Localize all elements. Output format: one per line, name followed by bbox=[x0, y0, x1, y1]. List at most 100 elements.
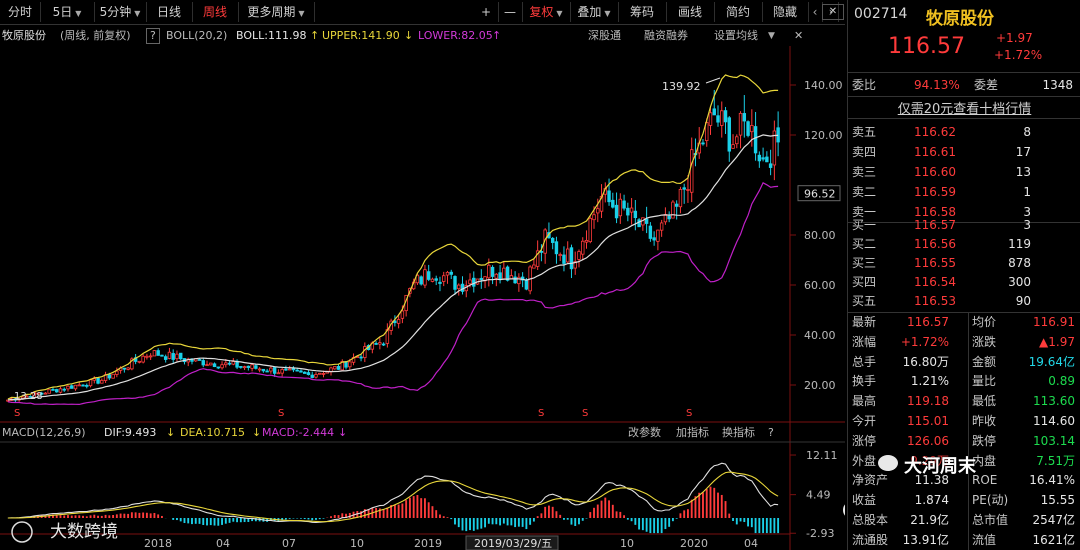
candle-body bbox=[295, 369, 299, 372]
price-change: +1.97 bbox=[996, 31, 1033, 45]
stat-value: 0.89 bbox=[1048, 374, 1075, 389]
chevron-down-icon: ▼ bbox=[298, 9, 305, 18]
boll-value: BOLL:111.98 bbox=[236, 29, 307, 42]
period-tab-4[interactable]: 周线 bbox=[192, 2, 239, 22]
candle-body bbox=[197, 359, 202, 361]
candle-body bbox=[239, 366, 243, 368]
period-tab-0[interactable]: 分时 bbox=[0, 2, 41, 22]
candle-body bbox=[115, 370, 119, 375]
wechat-icon bbox=[878, 455, 898, 471]
stat-label: 总股本 bbox=[852, 513, 889, 527]
toolbar-button-label: 筹码 bbox=[629, 5, 654, 19]
candle-body bbox=[637, 219, 641, 228]
stat-label: 量比 bbox=[972, 374, 997, 389]
stock-name-label: 牧原股份 bbox=[2, 29, 46, 42]
candle-body bbox=[438, 281, 442, 284]
toolbar-button-label: 叠加 bbox=[577, 5, 602, 19]
candle-body bbox=[750, 125, 754, 133]
candle-body bbox=[611, 199, 615, 208]
kline-chart[interactable]: 140.00 120.00 96.52 80.00 60.00 40.00 20.00 139… bbox=[0, 46, 845, 550]
candle-body bbox=[554, 241, 559, 255]
candle-body bbox=[171, 353, 175, 360]
candle-body bbox=[231, 361, 236, 365]
buy-label: 买三 bbox=[852, 256, 877, 270]
stat-value: 16.41% bbox=[1029, 473, 1075, 488]
candle-body bbox=[257, 368, 262, 371]
toolbar-button-7[interactable]: 隐藏 bbox=[762, 2, 809, 22]
close-window-icon[interactable]: ✕ bbox=[822, 4, 844, 20]
candle-body bbox=[321, 373, 326, 375]
candle-body bbox=[396, 319, 401, 324]
sell-row-3: 卖三 116.60 13 bbox=[848, 162, 1080, 182]
stat-label: 今开 bbox=[852, 414, 877, 428]
candle-body bbox=[378, 342, 382, 345]
stat-row-10: 收益 1.874 PE(动) 15.55 bbox=[848, 490, 1080, 510]
toolbar-button-4[interactable]: 筹码 bbox=[618, 2, 667, 22]
stat-value: 1.874 bbox=[914, 493, 949, 508]
buy-label: 买五 bbox=[852, 294, 877, 308]
link-ma-settings[interactable]: 设置均线 bbox=[714, 26, 758, 46]
link-margin[interactable]: 融资融券 bbox=[644, 26, 688, 46]
toolbar-button-0[interactable]: + bbox=[474, 2, 499, 22]
candle-body bbox=[723, 110, 728, 123]
candle-body bbox=[70, 385, 74, 389]
sell-price: 116.62 bbox=[914, 125, 956, 139]
period-tab-3[interactable]: 日线 bbox=[146, 2, 193, 22]
stat-label: 涨跌 bbox=[972, 334, 997, 349]
toolbar-button-2[interactable]: 复权 ▼ bbox=[522, 2, 571, 22]
candle-body bbox=[122, 367, 127, 370]
candle-body bbox=[175, 353, 179, 360]
help-icon[interactable]: ? bbox=[146, 28, 160, 44]
candle-body bbox=[287, 368, 292, 371]
candle-body bbox=[565, 248, 570, 263]
time-tick-label: 2019 bbox=[414, 537, 442, 550]
close-icon[interactable]: ✕ bbox=[794, 26, 803, 46]
candle-body bbox=[310, 374, 314, 378]
candle-body bbox=[254, 365, 258, 369]
candle-body bbox=[442, 275, 446, 282]
dif-value: DIF:9.493 bbox=[104, 426, 156, 439]
time-tick-label: 2018 bbox=[144, 537, 172, 550]
period-tab-2[interactable]: 5分钟 ▼ bbox=[94, 2, 147, 22]
lower-value: LOWER:82.05 bbox=[418, 29, 493, 42]
stat-label: 流值 bbox=[972, 532, 997, 547]
sell-price: 116.60 bbox=[914, 165, 956, 179]
candle-body bbox=[487, 264, 491, 279]
price-tick-label: 40.00 bbox=[804, 329, 836, 342]
price-tick-label: 140.00 bbox=[804, 79, 843, 92]
candle-body bbox=[306, 372, 311, 376]
stat-value: 2547亿 bbox=[1032, 513, 1075, 527]
stat-value: 115.01 bbox=[907, 414, 949, 428]
level2-notice-link[interactable]: 仅需20元查看十档行情 bbox=[848, 98, 1080, 117]
toolbar-button-5[interactable]: 画线 bbox=[666, 2, 715, 22]
separator bbox=[968, 312, 969, 550]
candle-body bbox=[216, 366, 221, 369]
buy-price: 116.54 bbox=[914, 275, 956, 289]
toolbar-button-3[interactable]: 叠加 ▼ bbox=[570, 2, 619, 22]
candle-body bbox=[51, 389, 55, 391]
stat-value: 21.9亿 bbox=[910, 513, 949, 527]
stat-value: 16.80万 bbox=[902, 354, 949, 369]
link-add-indicator: 加指标 bbox=[676, 425, 709, 439]
candle-body bbox=[137, 360, 142, 363]
stat-label: 涨幅 bbox=[852, 334, 877, 349]
time-tick-label: 10 bbox=[620, 537, 634, 550]
period-tab-1[interactable]: 5日 ▼ bbox=[40, 2, 95, 22]
toolbar-button-6[interactable]: 简约 bbox=[714, 2, 763, 22]
candle-body bbox=[753, 126, 758, 154]
stat-value: 116.91 bbox=[1033, 315, 1075, 329]
link-shengutong[interactable]: 深股通 bbox=[588, 26, 621, 46]
candle-body bbox=[47, 389, 51, 394]
buy-volume: 90 bbox=[1015, 294, 1031, 308]
period-tab-5[interactable]: 更多周期 ▼ bbox=[238, 2, 315, 22]
candle-body bbox=[648, 225, 653, 239]
toolbar-button-1[interactable]: — bbox=[498, 2, 523, 22]
candle-body bbox=[111, 373, 115, 379]
candle-body bbox=[768, 163, 773, 168]
candle-body bbox=[445, 271, 450, 276]
chart-info-bar: 牧原股份 (周线, 前复权) ? BOLL(20,2) BOLL:111.98 … bbox=[0, 26, 845, 46]
watermark-right-text: 大河周末 bbox=[904, 456, 976, 477]
toolbar-button-label: 隐藏 bbox=[772, 5, 797, 19]
sell-row-1: 卖五 116.62 8 bbox=[848, 122, 1080, 142]
scroll-left-icon[interactable]: ‹ bbox=[808, 2, 823, 22]
